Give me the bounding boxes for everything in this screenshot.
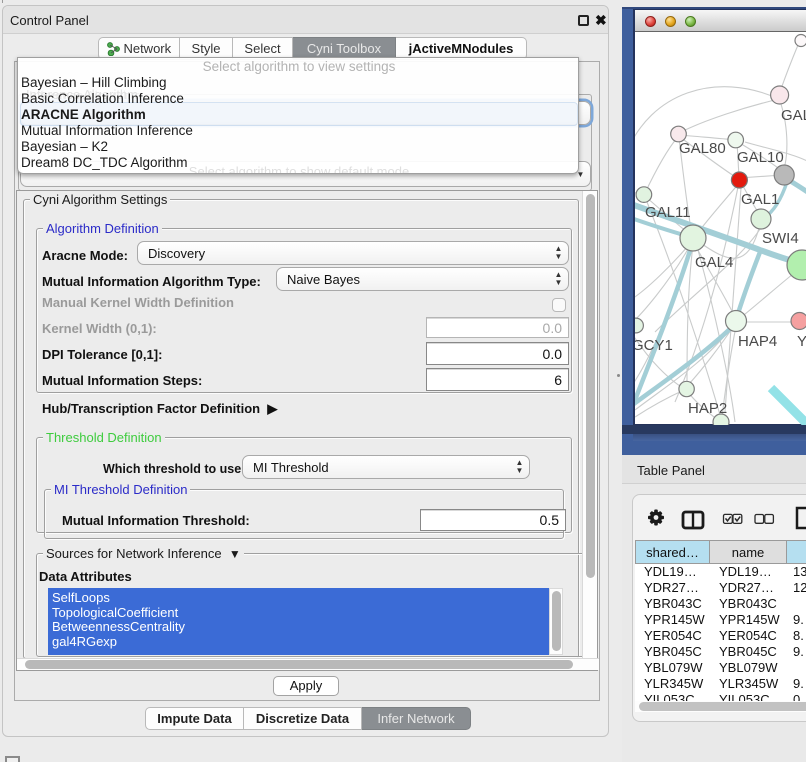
svg-text:GAL11: GAL11	[645, 204, 691, 221]
svg-text:HAP2: HAP2	[688, 400, 727, 417]
svg-text:GAL4: GAL4	[695, 254, 733, 271]
svg-text:SWI4: SWI4	[762, 230, 799, 247]
svg-text:GCY1: GCY1	[635, 337, 673, 354]
svg-text:GAL7: GAL7	[781, 107, 806, 124]
svg-text:GAL10: GAL10	[737, 149, 784, 166]
svg-text:HAP4: HAP4	[738, 333, 777, 350]
svg-text:GAL1: GAL1	[741, 191, 779, 208]
svg-text:Y: Y	[797, 333, 806, 350]
svg-text:GAL80: GAL80	[679, 140, 726, 157]
